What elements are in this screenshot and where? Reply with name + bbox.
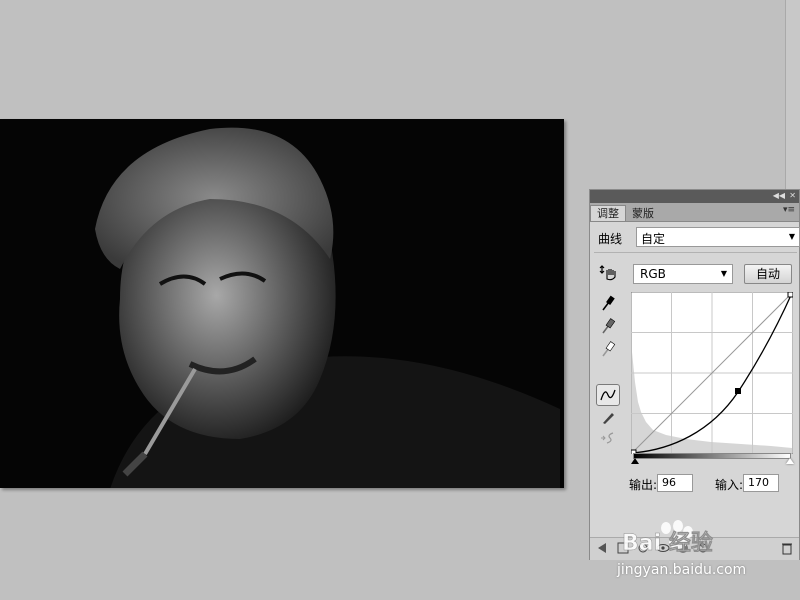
curve-endpoint-white[interactable] [787, 291, 794, 298]
pencil-icon [603, 413, 614, 424]
chevron-down-icon: ▼ [720, 269, 727, 278]
curve-control-point[interactable] [735, 388, 741, 394]
output-label: 输出: [629, 478, 658, 492]
eyedropper-black-icon [602, 295, 615, 311]
white-point-slider[interactable] [786, 458, 794, 464]
input-gradient-bar [633, 453, 791, 459]
preset-value: 自定 [641, 232, 666, 246]
tab-adjustments[interactable]: 调整 [590, 205, 626, 221]
hand-adjust-icon [599, 265, 616, 281]
black-point-eyedropper[interactable] [596, 292, 620, 314]
curves-graph[interactable] [630, 291, 794, 456]
curve-point-tool[interactable] [596, 384, 620, 406]
panel-menu-icon[interactable]: ▾≡ [783, 205, 795, 215]
trash-icon[interactable] [780, 541, 794, 555]
on-image-adjust-tool[interactable] [596, 261, 620, 283]
channel-value: RGB [640, 267, 666, 281]
pencil-draw-tool[interactable] [596, 406, 620, 428]
channel-select[interactable]: RGB ▼ [633, 264, 733, 284]
close-icon[interactable]: ✕ [789, 191, 796, 201]
eyedropper-gray-icon [602, 318, 616, 334]
tab-masks[interactable]: 蒙版 [626, 206, 660, 221]
eyedropper-white-icon [602, 341, 616, 357]
curves-header: 曲线 自定 ▼ [596, 227, 800, 249]
gray-point-eyedropper[interactable] [596, 315, 620, 337]
divider [594, 252, 797, 253]
portrait-photo [0, 119, 564, 488]
output-field[interactable]: 96 [657, 474, 693, 492]
input-field[interactable]: 170 [743, 474, 779, 492]
smooth-curve-tool [596, 427, 620, 449]
curve-icon [600, 389, 616, 401]
collapse-icon[interactable]: ◀◀ [773, 191, 785, 201]
smooth-icon [601, 432, 614, 444]
image-canvas[interactable] [0, 119, 564, 488]
watermark-text: Bai 经验 [622, 530, 713, 552]
curves-label: 曲线 [598, 232, 623, 246]
chevron-down-icon: ▼ [788, 232, 795, 241]
white-point-eyedropper[interactable] [596, 338, 620, 360]
preset-select[interactable]: 自定 ▼ [636, 227, 800, 247]
panel-title-bar[interactable]: ◀◀ ✕ [590, 190, 799, 203]
baidu-jingyan-watermark: Bai 经验 [622, 520, 713, 552]
auto-button[interactable]: 自动 [744, 264, 792, 284]
watermark-url: jingyan.baidu.com [617, 562, 747, 578]
back-arrow-icon[interactable] [596, 541, 610, 555]
black-point-slider[interactable] [631, 458, 639, 464]
input-label: 输入: [715, 478, 744, 492]
panel-tabs: 调整 蒙版 ▾≡ [590, 203, 799, 222]
